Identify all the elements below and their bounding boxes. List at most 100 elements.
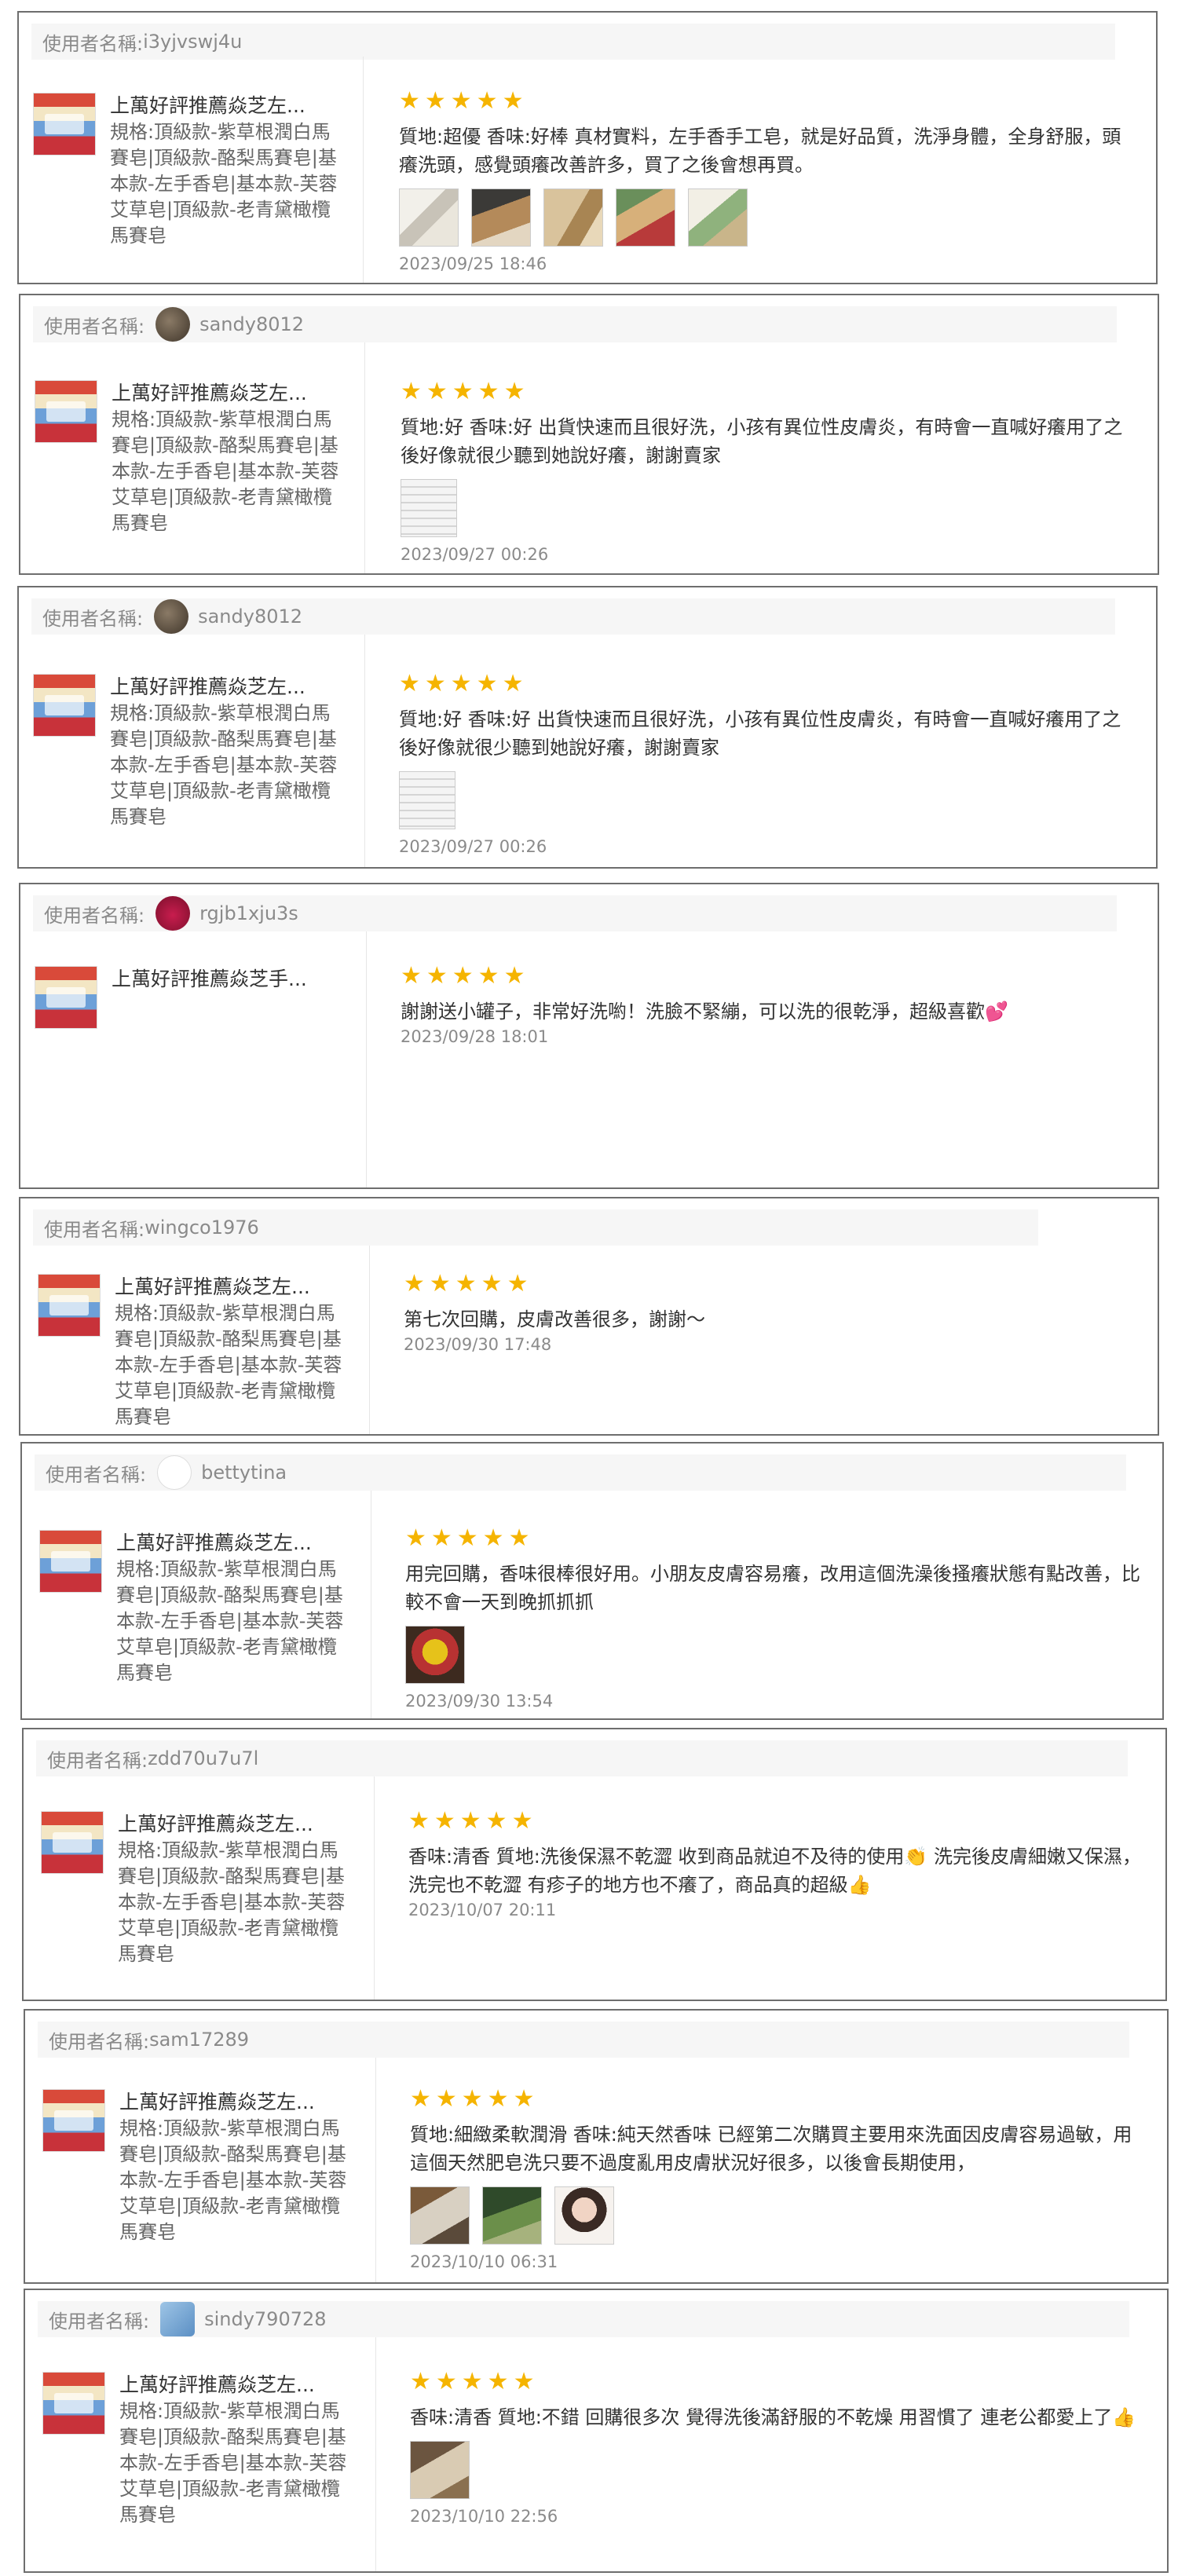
review-text: 謝謝送小罐子，非常好洗喲！洗臉不緊繃，可以洗的很乾淨，超級喜歡💕 [401,1001,1008,1023]
username[interactable]: bettytina [201,1462,287,1484]
column-divider [364,635,365,867]
review-card: 使用者名稱: wingco1976 上萬好評推薦焱芝左... 規格:頂級款-紫草… [19,1197,1159,1436]
review-list: 使用者名稱: i3yjvswj4u 上萬好評推薦焱芝左... 規格:頂級款-紫草… [0,0,1178,2576]
product-name[interactable]: 上萬好評推薦焱芝左... [110,93,346,119]
cartoon-avatar-icon[interactable] [160,2302,196,2336]
rating-stars: ★★★★★ [401,378,530,405]
rating-stars: ★★★★★ [410,2085,540,2113]
product-thumbnail[interactable] [35,380,97,443]
product-name[interactable]: 上萬好評推薦焱芝左... [119,2372,355,2399]
username[interactable]: zdd70u7u7l [148,1747,258,1769]
review-photo[interactable] [399,771,455,829]
review-card: 使用者名稱: sandy8012 上萬好評推薦焱芝左... 規格:頂級款-紫草根… [17,586,1158,869]
product-thumbnail[interactable] [39,1530,102,1593]
reviewer-bar: 使用者名稱: i3yjvswj4u [31,24,1115,60]
product-name[interactable]: 上萬好評推薦焱芝左... [115,1274,350,1301]
username-label: 使用者名稱: [47,1749,148,1772]
review-body: ★★★★★ 質地:好 香味:好 出貨快速而且很好洗，小孩有異位性皮膚炎，有時會一… [401,379,1139,565]
review-card: 使用者名稱: i3yjvswj4u 上萬好評推薦焱芝左... 規格:頂級款-紫草… [17,11,1158,284]
review-photos [410,2441,1148,2499]
review-photo[interactable] [399,188,459,247]
user-avatar-icon[interactable] [155,307,191,342]
product-thumbnail[interactable] [42,2372,105,2435]
product-name[interactable]: 上萬好評推薦焱芝左... [112,380,347,407]
username-label: 使用者名稱: [42,32,144,55]
product-thumbnail[interactable] [33,674,96,737]
product-spec: 規格:頂級款-紫草根潤白馬賽皂|頂級款-酪梨馬賽皂|基本款-左手香皂|基本款-芙… [116,1558,344,1684]
column-divider [369,1246,370,1434]
review-text: 第七次回購，皮膚改善很多，謝謝～ [404,1308,705,1330]
product-spec: 規格:頂級款-紫草根潤白馬賽皂|頂級款-酪梨馬賽皂|基本款-左手香皂|基本款-芙… [119,2400,347,2526]
username-label: 使用者名稱: [44,904,145,927]
review-photo[interactable] [405,1626,465,1684]
review-text: 香味:清香 質地:洗後保濕不乾澀 收到商品就迫不及待的使用👏 洗完後皮膚細嫩又保… [408,1846,1141,1896]
reviewer-bar: 使用者名稱: sam17289 [38,2022,1129,2058]
review-body: ★★★★★ 質地:好 香味:好 出貨快速而且很好洗，小孩有異位性皮膚炎，有時會一… [399,671,1137,858]
user-avatar-icon[interactable] [154,599,189,634]
review-body: ★★★★★ 用完回購，香味很棒很好用。小朋友皮膚容易癢，改用這個洗澡後搔癢狀態有… [405,1525,1143,1712]
review-date: 2023/09/30 17:48 [404,1335,552,1354]
product-name[interactable]: 上萬好評推薦焱芝左... [116,1530,352,1557]
username[interactable]: sindy790728 [204,2308,326,2330]
rating-stars: ★★★★★ [399,87,529,115]
review-date: 2023/09/28 18:01 [401,1027,549,1046]
review-photos [405,1626,1143,1684]
review-photos [399,771,1137,829]
product-thumbnail[interactable] [42,2089,105,2152]
username-label: 使用者名稱: [42,607,144,630]
apple-avatar-icon[interactable] [155,896,191,931]
username[interactable]: rgjb1xju3s [199,902,298,924]
review-body: ★★★★★ 香味:清香 質地:不錯 回購很多次 覺得洗後滿舒服的不乾燥 用習慣了… [410,2369,1148,2527]
review-body: ★★★★★ 質地:細緻柔軟潤滑 香味:純天然香味 已經第二次購買主要用來洗面因皮… [410,2086,1148,2273]
column-divider [375,2337,376,2571]
product-spec: 規格:頂級款-紫草根潤白馬賽皂|頂級款-酪梨馬賽皂|基本款-左手香皂|基本款-芙… [118,1839,346,1965]
review-photo[interactable] [554,2186,614,2245]
review-photo[interactable] [616,188,675,247]
product-spec: 規格:頂級款-紫草根潤白馬賽皂|頂級款-酪梨馬賽皂|基本款-左手香皂|基本款-芙… [115,1302,342,1428]
reviewer-bar: 使用者名稱: sandy8012 [33,306,1117,342]
review-text: 香味:清香 質地:不錯 回購很多次 覺得洗後滿舒服的不乾燥 用習慣了 連老公都愛… [410,2406,1136,2428]
product-thumbnail[interactable] [35,966,97,1029]
username[interactable]: sandy8012 [199,313,304,335]
product-name[interactable]: 上萬好評推薦焱芝左... [119,2089,355,2116]
review-date: 2023/09/25 18:46 [399,254,547,273]
logo-avatar-icon[interactable] [157,1455,192,1490]
username[interactable]: sam17289 [149,2029,249,2051]
review-date: 2023/10/07 20:11 [408,1901,557,1919]
reviewer-bar: 使用者名稱: wingco1976 [33,1209,1038,1246]
product-name[interactable]: 上萬好評推薦焱芝左... [118,1811,353,1838]
reviewer-bar: 使用者名稱: rgjb1xju3s [33,895,1117,931]
product-spec: 規格:頂級款-紫草根潤白馬賽皂|頂級款-酪梨馬賽皂|基本款-左手香皂|基本款-芙… [119,2117,347,2243]
review-card: 使用者名稱: sam17289 上萬好評推薦焱芝左... 規格:頂級款-紫草根潤… [24,2009,1169,2284]
review-photo[interactable] [410,2441,470,2499]
username[interactable]: wingco1976 [145,1217,259,1239]
review-photo[interactable] [410,2186,470,2245]
review-card: 使用者名稱: sandy8012 上萬好評推薦焱芝左... 規格:頂級款-紫草根… [19,294,1159,575]
review-text: 質地:細緻柔軟潤滑 香味:純天然香味 已經第二次購買主要用來洗面因皮膚容易過敏，… [410,2124,1132,2174]
review-card: 使用者名稱: bettytina 上萬好評推薦焱芝左... 規格:頂級款-紫草根… [20,1442,1164,1720]
product-thumbnail[interactable] [33,93,96,156]
username-label: 使用者名稱: [49,2310,150,2333]
column-divider [366,931,367,1187]
review-date: 2023/09/27 00:26 [399,837,547,856]
product-name[interactable]: 上萬好評推薦焱芝手... [112,966,347,993]
review-photo[interactable] [471,188,531,247]
review-photo[interactable] [543,188,603,247]
product-thumbnail[interactable] [41,1811,104,1874]
review-photos [410,2186,1148,2245]
rating-stars: ★★★★★ [399,670,529,697]
review-text: 質地:好 香味:好 出貨快速而且很好洗，小孩有異位性皮膚炎，有時會一直喊好癢用了… [399,708,1121,759]
product-spec: 規格:頂級款-紫草根潤白馬賽皂|頂級款-酪梨馬賽皂|基本款-左手香皂|基本款-芙… [110,702,338,828]
column-divider [363,57,364,283]
column-divider [364,342,365,573]
review-photo[interactable] [401,479,457,537]
rating-stars: ★★★★★ [404,1270,533,1297]
review-body: ★★★★★ 香味:清香 質地:洗後保濕不乾澀 收到商品就迫不及待的使用👏 洗完後… [408,1808,1147,1921]
review-photo[interactable] [688,188,748,247]
product-name[interactable]: 上萬好評推薦焱芝左... [110,674,346,701]
review-photos [399,188,1137,247]
product-thumbnail[interactable] [38,1274,101,1337]
username[interactable]: i3yjvswj4u [143,31,242,53]
username[interactable]: sandy8012 [198,606,302,628]
review-photo[interactable] [482,2186,542,2245]
